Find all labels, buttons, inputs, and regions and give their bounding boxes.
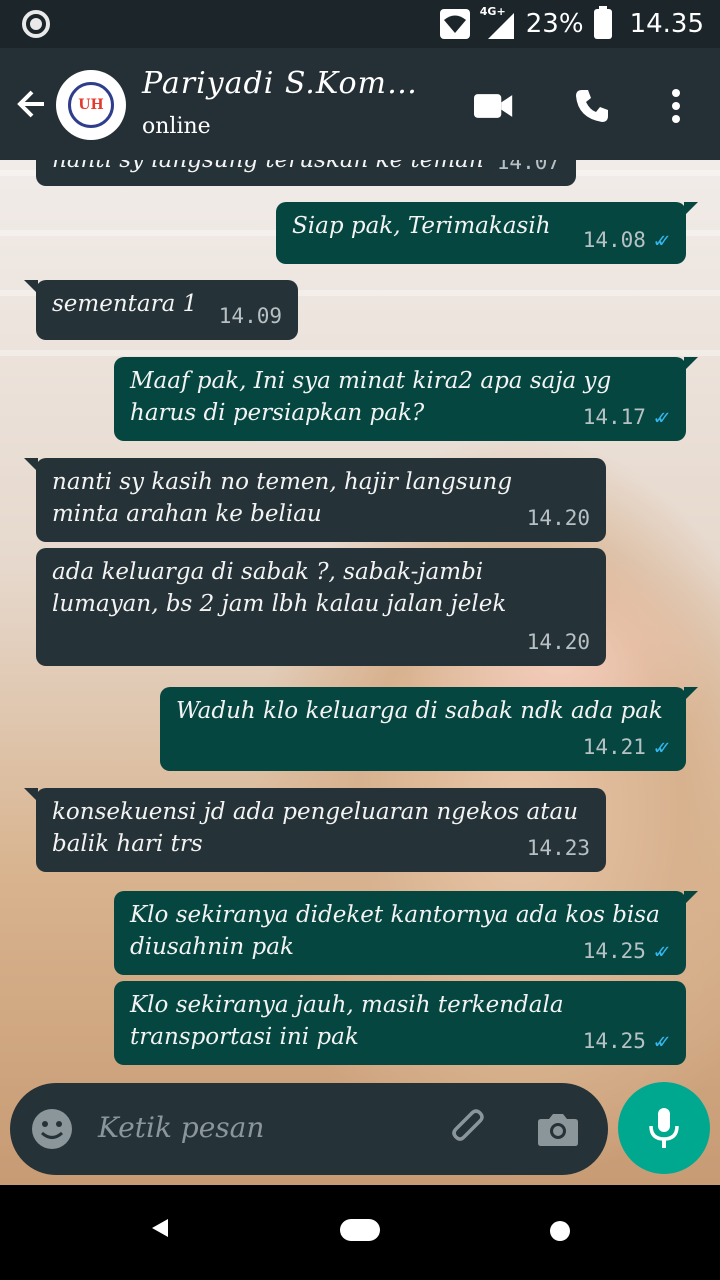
emoji-icon[interactable] bbox=[28, 1105, 76, 1153]
paperclip-icon[interactable] bbox=[446, 1105, 494, 1153]
message-text: Waduh klo keluarga di sabak ndk ada pak bbox=[176, 698, 663, 724]
battery-percent: 23% bbox=[525, 9, 584, 39]
message-time: 14.20 bbox=[526, 506, 590, 530]
arrow-left-icon[interactable] bbox=[14, 86, 50, 122]
message-time: 14.09 bbox=[218, 304, 282, 328]
message-incoming[interactable]: nanti sy langsung teruskan ke teman 14.0… bbox=[36, 160, 576, 186]
nav-recents-icon[interactable] bbox=[550, 1221, 570, 1241]
read-ticks-icon: ✓✓ bbox=[653, 939, 670, 963]
message-outgoing[interactable]: Klo sekiranya dideket kantornya ada kos … bbox=[114, 891, 698, 975]
message-text: konsekuensi jd ada pengeluaran ngekos at… bbox=[52, 799, 579, 857]
video-call-icon[interactable] bbox=[474, 86, 514, 126]
message-text: ada keluarga di sabak ?, sabak-jambi lum… bbox=[52, 559, 507, 617]
avatar[interactable]: UH bbox=[56, 70, 126, 140]
message-incoming[interactable]: sementara 1 14.09 bbox=[24, 280, 298, 340]
contact-status: online bbox=[142, 114, 211, 139]
message-input[interactable]: Ketik pesan bbox=[98, 1111, 264, 1144]
message-time: 14.08 bbox=[582, 228, 646, 252]
message-incoming[interactable]: konsekuensi jd ada pengeluaran ngekos at… bbox=[24, 788, 606, 872]
avatar-logo: UH bbox=[68, 82, 114, 128]
microphone-icon[interactable] bbox=[618, 1082, 710, 1174]
message-time: 14.20 bbox=[526, 630, 590, 654]
battery-icon bbox=[593, 6, 612, 39]
message-time: 14.21 bbox=[582, 735, 646, 759]
message-time: 14.23 bbox=[526, 836, 590, 860]
message-text: Siap pak, Terimakasih bbox=[292, 213, 551, 239]
message-outgoing[interactable]: Maaf pak, Ini sya minat kira2 apa saja y… bbox=[114, 357, 698, 441]
message-outgoing[interactable]: Klo sekiranya jauh, masih terkendala tra… bbox=[114, 981, 686, 1065]
read-ticks-icon: ✓✓ bbox=[653, 228, 670, 252]
chat-background: nanti sy langsung teruskan ke teman 14.0… bbox=[0, 160, 720, 1185]
system-nav-bar bbox=[0, 1185, 720, 1280]
clock: 14.35 bbox=[629, 9, 704, 39]
notification-icon bbox=[22, 10, 50, 38]
message-time: 14.17 bbox=[582, 405, 646, 429]
message-composer: Ketik pesan bbox=[10, 1083, 608, 1175]
message-text: sementara 1 bbox=[52, 291, 198, 317]
message-text: Maaf pak, Ini sya minat kira2 apa saja y… bbox=[130, 368, 612, 426]
message-time: 14.25 bbox=[582, 1029, 646, 1053]
message-incoming[interactable]: nanti sy kasih no temen, hajir langsung … bbox=[24, 458, 606, 542]
message-time: 14.07 bbox=[496, 160, 560, 174]
nav-back-icon[interactable] bbox=[152, 1219, 168, 1237]
chat-header: UH Pariyadi S.Kom… online bbox=[0, 48, 720, 160]
phone-icon[interactable] bbox=[572, 86, 612, 126]
wifi-icon bbox=[439, 9, 470, 39]
message-text: nanti sy kasih no temen, hajir langsung … bbox=[52, 469, 513, 527]
more-vert-icon[interactable] bbox=[656, 86, 696, 126]
message-outgoing[interactable]: Siap pak, Terimakasih 14.08 ✓✓ bbox=[276, 202, 698, 264]
read-ticks-icon: ✓✓ bbox=[653, 405, 670, 429]
message-text: nanti sy langsung teruskan ke teman bbox=[52, 160, 484, 173]
contact-name[interactable]: Pariyadi S.Kom… bbox=[142, 66, 418, 101]
message-time: 14.25 bbox=[582, 939, 646, 963]
message-incoming[interactable]: ada keluarga di sabak ?, sabak-jambi lum… bbox=[36, 548, 606, 666]
nav-home-icon[interactable] bbox=[340, 1219, 380, 1241]
read-ticks-icon: ✓✓ bbox=[653, 1029, 670, 1053]
message-outgoing[interactable]: Waduh klo keluarga di sabak ndk ada pak … bbox=[160, 687, 698, 771]
signal-icon: 4G+ bbox=[480, 5, 516, 39]
camera-icon[interactable] bbox=[534, 1105, 582, 1153]
read-ticks-icon: ✓✓ bbox=[653, 735, 670, 759]
status-bar: 4G+ 23% 14.35 bbox=[0, 0, 720, 48]
